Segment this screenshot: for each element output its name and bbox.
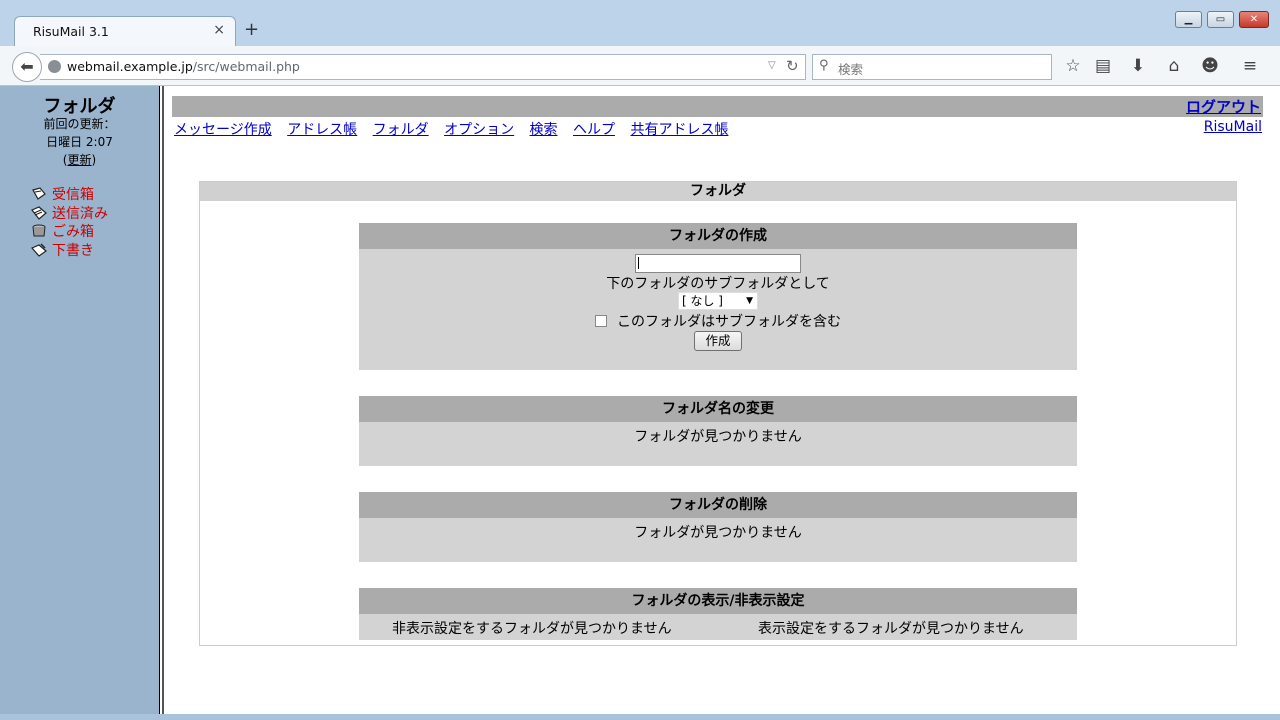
search-input[interactable]: ⚲ 検索 xyxy=(812,54,1052,80)
contains-subfolders-checkbox[interactable] xyxy=(595,315,607,327)
folder-label: 送信済み xyxy=(52,206,108,222)
search-icon: ⚲ xyxy=(819,58,829,73)
drafts-icon xyxy=(31,243,47,257)
contains-subfolders-label: このフォルダはサブフォルダを含む xyxy=(617,314,841,330)
toggle-folder-visibility-section: フォルダの表示/非表示設定 非表示設定をするフォルダが見つかりません 表示設定を… xyxy=(359,588,1077,640)
page-title: フォルダ xyxy=(200,182,1236,201)
main-menu: メッセージ作成 アドレス帳 フォルダ オプション 検索 ヘルプ 共有アドレス帳 xyxy=(174,119,739,139)
section-heading: フォルダの削除 xyxy=(359,492,1077,518)
text-caret xyxy=(638,257,639,269)
no-folders-message: フォルダが見つかりません xyxy=(634,429,802,445)
chevron-down-icon: ▼ xyxy=(746,296,753,306)
menu-icon[interactable]: ≡ xyxy=(1238,55,1262,77)
folder-label: 下書き xyxy=(52,243,94,259)
last-update-time: 日曜日 2:07 xyxy=(46,135,113,149)
top-bar: ログアウト xyxy=(172,96,1263,117)
section-heading: フォルダの表示/非表示設定 xyxy=(359,588,1077,614)
select-value: [ なし ] xyxy=(682,294,723,308)
folder-item-sent[interactable]: 送信済み xyxy=(31,203,108,222)
menu-addresses[interactable]: アドレス帳 xyxy=(287,122,357,138)
new-tab-button[interactable]: + xyxy=(244,21,259,39)
frame-divider[interactable] xyxy=(159,86,164,714)
url-dropdown-icon[interactable]: ▽ xyxy=(768,60,776,71)
trash-icon xyxy=(32,224,46,237)
app-name-link[interactable]: RisuMail xyxy=(1204,119,1262,135)
menu-search[interactable]: 検索 xyxy=(530,122,558,138)
refresh-link[interactable]: 更新 xyxy=(67,153,91,167)
paren-close: ) xyxy=(91,153,97,167)
menu-compose[interactable]: メッセージ作成 xyxy=(174,122,272,138)
new-folder-name-input[interactable] xyxy=(635,254,801,273)
section-heading: フォルダ名の変更 xyxy=(359,396,1077,422)
folders-panel: フォルダ フォルダの作成 下のフォルダのサブフォルダとして [ なし ] ▼ こ… xyxy=(199,181,1237,646)
logout-link[interactable]: ログアウト xyxy=(1186,96,1261,117)
folder-item-drafts[interactable]: 下書き xyxy=(31,240,94,259)
update-line: (更新) xyxy=(0,151,159,168)
menu-folders[interactable]: フォルダ xyxy=(373,122,429,138)
url-host: webmail.example.jp xyxy=(67,59,193,74)
url-text[interactable]: webmail.example.jp/src/webmail.php xyxy=(67,59,300,74)
create-button[interactable]: 作成 xyxy=(694,331,742,351)
page-content: フォルダ 前回の更新： 日曜日 2:07 (更新) 受信箱 送信済み ごみ箱 下… xyxy=(0,86,1280,714)
folder-item-trash[interactable]: ごみ箱 xyxy=(31,221,94,240)
globe-icon xyxy=(48,60,61,73)
url-bar[interactable]: webmail.example.jp/src/webmail.php ▽ ↻ xyxy=(40,54,806,80)
menu-help[interactable]: ヘルプ xyxy=(573,122,615,138)
home-icon[interactable]: ⌂ xyxy=(1162,55,1186,77)
create-folder-section: フォルダの作成 下のフォルダのサブフォルダとして [ なし ] ▼ このフォルダ… xyxy=(359,223,1077,370)
close-window-button[interactable]: ✕ xyxy=(1239,11,1269,28)
url-path: /src/webmail.php xyxy=(192,59,300,74)
folder-label: ごみ箱 xyxy=(52,224,94,240)
menu-options[interactable]: オプション xyxy=(444,122,514,138)
library-icon[interactable]: ▤ xyxy=(1091,55,1115,77)
no-folders-to-hide-message: 非表示設定をするフォルダが見つかりません xyxy=(392,621,672,637)
back-icon: ⬅ xyxy=(20,57,34,76)
browser-navbar: webmail.example.jp/src/webmail.php ▽ ↻ ⬅… xyxy=(0,46,1280,86)
main-frame: ログアウト メッセージ作成 アドレス帳 フォルダ オプション 検索 ヘルプ 共有… xyxy=(166,86,1280,714)
maximize-button[interactable]: ▭ xyxy=(1207,11,1234,28)
folder-item-inbox[interactable]: 受信箱 xyxy=(31,184,94,203)
search-placeholder: 検索 xyxy=(838,62,864,77)
menu-shared-addresses[interactable]: 共有アドレス帳 xyxy=(630,122,728,138)
browser-tab[interactable]: RisuMail 3.1 × xyxy=(14,16,236,46)
folder-label: 受信箱 xyxy=(52,187,94,203)
contains-subfolders-row: このフォルダはサブフォルダを含む xyxy=(359,311,1077,331)
parent-folder-select[interactable]: [ なし ] ▼ xyxy=(678,292,758,310)
tab-title: RisuMail 3.1 xyxy=(33,24,109,39)
chat-icon[interactable]: ☻ xyxy=(1198,55,1222,77)
no-folders-to-show-message: 表示設定をするフォルダが見つかりません xyxy=(758,621,1024,637)
folder-list-frame: フォルダ 前回の更新： 日曜日 2:07 (更新) 受信箱 送信済み ごみ箱 下… xyxy=(0,86,159,714)
back-button[interactable]: ⬅ xyxy=(12,52,42,82)
reload-icon[interactable]: ↻ xyxy=(786,57,799,75)
sent-icon xyxy=(31,206,47,220)
subfolder-of-label: 下のフォルダのサブフォルダとして xyxy=(606,276,830,292)
rename-folder-section: フォルダ名の変更 フォルダが見つかりません xyxy=(359,396,1077,466)
section-heading: フォルダの作成 xyxy=(359,223,1077,249)
download-icon[interactable]: ⬇ xyxy=(1126,55,1150,77)
no-folders-message: フォルダが見つかりません xyxy=(634,525,802,541)
star-icon[interactable]: ☆ xyxy=(1061,55,1085,77)
last-update-label: 前回の更新： xyxy=(43,117,116,131)
inbox-icon xyxy=(32,187,46,200)
delete-folder-section: フォルダの削除 フォルダが見つかりません xyxy=(359,492,1077,562)
tab-close-icon[interactable]: × xyxy=(213,22,225,38)
browser-titlebar: RisuMail 3.1 × + ▁ ▭ ✕ xyxy=(0,0,1280,46)
minimize-button[interactable]: ▁ xyxy=(1175,11,1202,28)
